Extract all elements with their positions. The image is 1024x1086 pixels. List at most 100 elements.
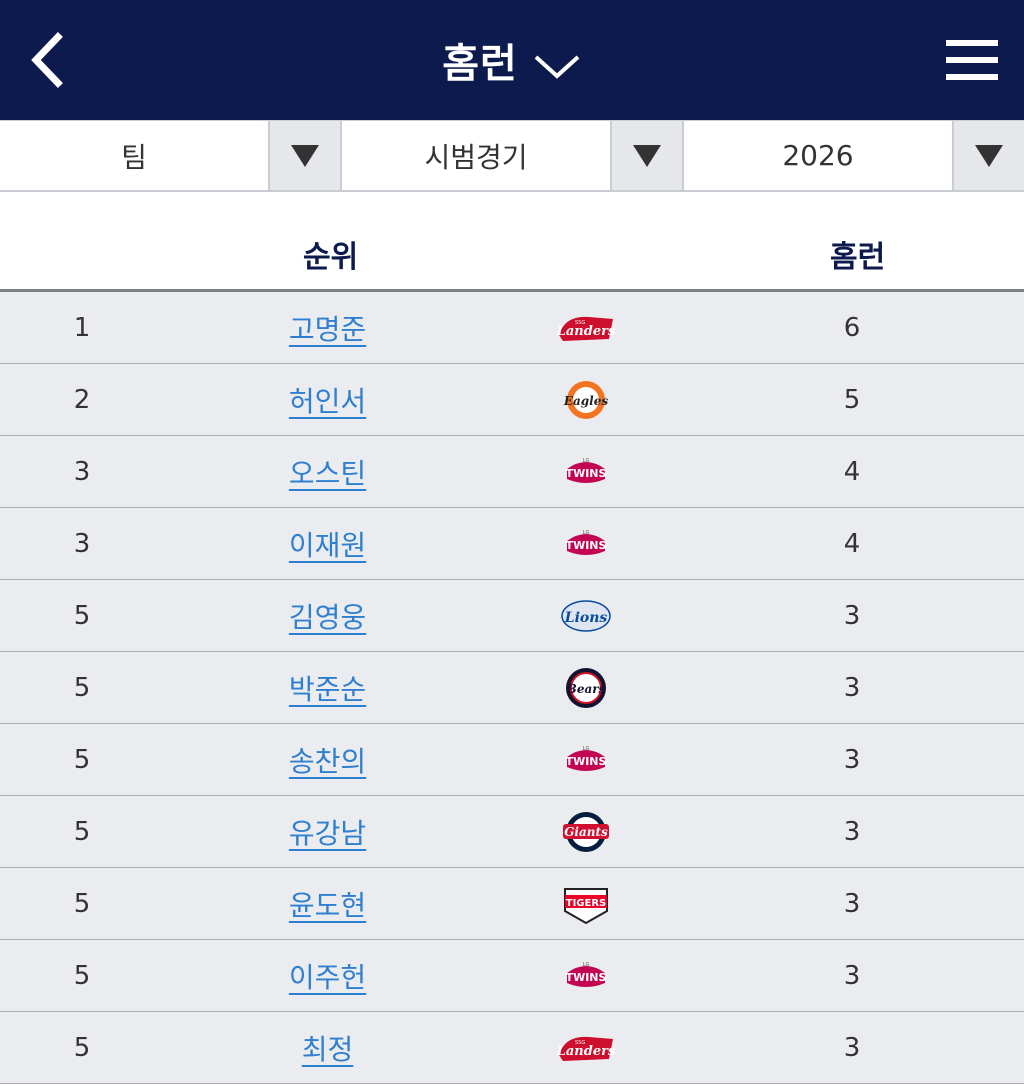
player-name-cell: 송찬의	[250, 724, 405, 796]
triangle-down-icon	[291, 144, 319, 167]
homerun-count-cell: 3	[843, 889, 861, 919]
team-logo: Giants	[555, 809, 617, 855]
rank-cell: 5	[73, 817, 91, 847]
svg-text:TWINS: TWINS	[566, 467, 607, 480]
svg-text:Bears: Bears	[566, 682, 606, 696]
column-header-rank: 순위	[303, 240, 359, 275]
series-select-arrow[interactable]	[610, 121, 682, 190]
homerun-count-cell: 3	[843, 745, 861, 775]
player-name-cell: 이재원	[250, 508, 405, 580]
homerun-count-cell: 3	[843, 673, 861, 703]
svg-text:TWINS: TWINS	[566, 539, 607, 552]
team-select-arrow[interactable]	[268, 121, 340, 190]
team-logo: Landers SSG	[555, 1025, 617, 1071]
player-name-cell: 오스틴	[250, 436, 405, 508]
top-bar: 홈런	[0, 0, 1024, 120]
player-name-link[interactable]: 최정	[302, 1028, 354, 1068]
table-row: 5 최정 Landers SSG 3	[0, 1012, 1024, 1084]
homerun-count-cell: 6	[843, 313, 861, 343]
player-name-cell: 박준순	[250, 652, 405, 724]
player-name-link[interactable]: 윤도현	[289, 884, 366, 924]
title-dropdown[interactable]: 홈런	[0, 0, 1024, 120]
filter-bar: 팀 시범경기 2026	[0, 120, 1024, 192]
twins-logo-icon: TWINS LG	[566, 962, 607, 987]
player-name-cell: 고명준	[250, 292, 405, 364]
homerun-count-cell: 3	[843, 1033, 861, 1063]
svg-text:Lions: Lions	[564, 610, 608, 626]
svg-text:Landers: Landers	[556, 324, 616, 339]
triangle-down-icon	[633, 144, 661, 167]
table-row: 3 이재원 TWINS LG 4	[0, 508, 1024, 580]
rank-cell: 5	[73, 961, 91, 991]
player-name-link[interactable]: 이재원	[289, 524, 366, 564]
ranking-table: 1 고명준 Landers SSG 6 2 허인서 Eagles 5 3 오스틴 TWINS …	[0, 292, 1024, 1084]
team-select[interactable]: 팀	[0, 121, 342, 190]
player-name-link[interactable]: 이주헌	[289, 956, 366, 996]
table-row: 5 송찬의 TWINS LG 3	[0, 724, 1024, 796]
team-select-value: 팀	[121, 140, 147, 174]
player-name-link[interactable]: 유강남	[289, 812, 366, 852]
table-row: 5 유강남 Giants 3	[0, 796, 1024, 868]
rank-cell: 5	[73, 745, 91, 775]
team-logo: TIGERS	[555, 881, 617, 927]
svg-text:LG: LG	[583, 530, 590, 536]
svg-text:TIGERS: TIGERS	[566, 898, 606, 909]
rank-cell: 5	[73, 1033, 91, 1063]
twins-logo-icon: TWINS LG	[566, 746, 607, 771]
series-select[interactable]: 시범경기	[342, 121, 684, 190]
year-select[interactable]: 2026	[684, 121, 1024, 190]
player-name-link[interactable]: 김영웅	[289, 596, 366, 636]
column-header-homeruns: 홈런	[830, 240, 886, 275]
team-logo: Eagles	[555, 377, 617, 423]
player-name-link[interactable]: 송찬의	[289, 740, 366, 780]
page-title: 홈런	[442, 41, 518, 87]
table-header: 순위 홈런	[0, 192, 1024, 292]
player-name-cell: 김영웅	[250, 580, 405, 652]
twins-logo-icon: TWINS LG	[566, 458, 607, 483]
giants-logo-icon: Giants	[563, 812, 609, 852]
table-row: 5 이주헌 TWINS LG 3	[0, 940, 1024, 1012]
svg-text:LG: LG	[583, 962, 590, 968]
player-name-link[interactable]: 오스틴	[289, 452, 366, 492]
homerun-count-cell: 3	[843, 961, 861, 991]
rank-cell: 5	[73, 601, 91, 631]
homerun-count-cell: 3	[843, 601, 861, 631]
chevron-down-icon	[534, 55, 580, 79]
rank-cell: 2	[73, 385, 91, 415]
svg-text:LG: LG	[583, 458, 590, 464]
table-row: 2 허인서 Eagles 5	[0, 364, 1024, 436]
year-select-arrow[interactable]	[952, 121, 1024, 190]
player-name-cell: 이주헌	[250, 940, 405, 1012]
table-row: 1 고명준 Landers SSG 6	[0, 292, 1024, 364]
rank-cell: 5	[73, 889, 91, 919]
svg-text:Giants: Giants	[564, 825, 608, 839]
menu-button[interactable]	[944, 36, 1002, 84]
team-logo: TWINS LG	[555, 521, 617, 567]
player-name-link[interactable]: 허인서	[289, 380, 366, 420]
svg-text:Landers: Landers	[556, 1044, 616, 1059]
app-root: 홈런 팀 시범경기 2026 순위 홈런 1 고명준 Landers SSG 6…	[0, 0, 1024, 1086]
svg-text:SSG: SSG	[575, 1040, 585, 1046]
landers-logo-icon: Landers SSG	[556, 316, 616, 341]
rank-cell: 5	[73, 673, 91, 703]
homerun-count-cell: 3	[843, 817, 861, 847]
table-row: 5 김영웅 Lions 3	[0, 580, 1024, 652]
eagles-logo-icon: Eagles	[563, 381, 609, 419]
team-logo: TWINS LG	[555, 737, 617, 783]
hamburger-menu-icon	[946, 40, 998, 80]
table-row: 5 윤도현 TIGERS 3	[0, 868, 1024, 940]
svg-text:Eagles: Eagles	[563, 394, 609, 408]
series-select-value: 시범경기	[424, 140, 528, 174]
homerun-count-cell: 4	[843, 529, 861, 559]
svg-text:SSG: SSG	[575, 320, 585, 326]
player-name-link[interactable]: 고명준	[289, 308, 366, 348]
svg-text:LG: LG	[583, 746, 590, 752]
player-name-link[interactable]: 박준순	[289, 668, 366, 708]
table-row: 5 박준순 Bears 3	[0, 652, 1024, 724]
tigers-logo-icon: TIGERS	[564, 888, 608, 925]
twins-logo-icon: TWINS LG	[566, 530, 607, 555]
year-select-value: 2026	[782, 139, 854, 172]
player-name-cell: 최정	[250, 1012, 405, 1084]
team-logo: TWINS LG	[555, 449, 617, 495]
rank-cell: 1	[73, 313, 91, 343]
